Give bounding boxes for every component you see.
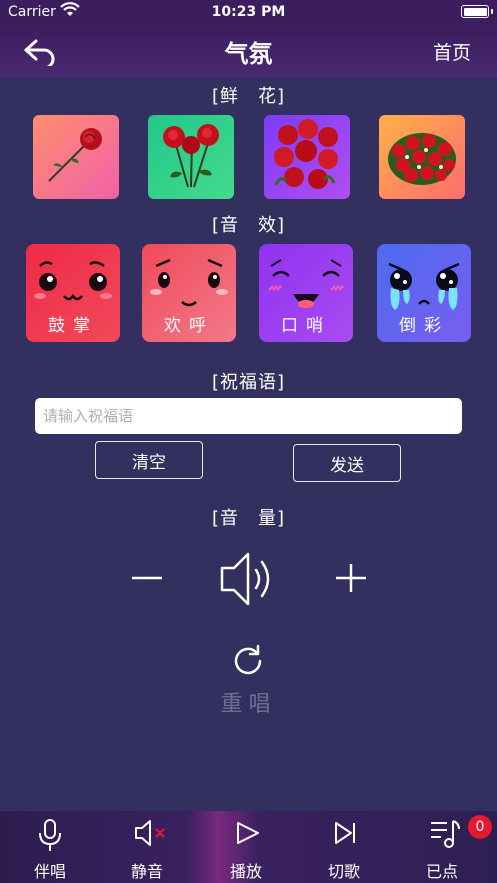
queued-count-badge: 0 [468, 815, 492, 839]
tab-mute[interactable]: 静音 [107, 811, 187, 883]
tab-label: 静音 [130, 862, 163, 881]
next-track-icon [335, 822, 355, 844]
play-icon [237, 822, 259, 844]
status-bar: Carrier 10:23 PM [0, 0, 497, 26]
tab-play[interactable]: 播放 [206, 811, 286, 883]
effect-cheer[interactable]: 欢呼 [142, 244, 236, 342]
nav-bar: 气氛 首页 [0, 26, 497, 78]
status-time: 10:23 PM [211, 4, 286, 20]
mute-icon [135, 820, 165, 846]
battery-icon [461, 5, 489, 18]
flower-single-rose[interactable] [33, 115, 119, 199]
effect-label: 口哨 [281, 316, 331, 336]
rose-basket-icon [388, 133, 456, 185]
sound-effects-section-title: [音 效] [211, 215, 286, 236]
flower-rose-basket[interactable] [379, 115, 465, 199]
tab-label: 已点 [425, 862, 458, 881]
bouquet-icon [274, 119, 338, 189]
wish-input[interactable] [35, 398, 462, 434]
flower-rose-bouquet[interactable] [264, 115, 350, 199]
clear-button[interactable]: 清空 [95, 441, 203, 479]
wishes-section-title: [祝福语] [211, 372, 286, 393]
roses-icon [163, 124, 219, 188]
tab-next-song[interactable]: 切歌 [304, 811, 384, 883]
rose-icon [48, 128, 102, 182]
microphone-icon [39, 819, 61, 851]
playlist-icon [431, 820, 460, 848]
send-button[interactable]: 发送 [293, 444, 401, 482]
speaker-icon [220, 552, 270, 606]
flowers-section-title: [鲜 花] [211, 86, 286, 107]
volume-down-icon[interactable] [130, 566, 164, 590]
effect-applause[interactable]: 鼓掌 [26, 244, 120, 342]
effect-label: 倒彩 [399, 316, 449, 336]
volume-up-icon[interactable] [334, 562, 368, 594]
effect-label: 鼓掌 [48, 316, 98, 336]
page-title: 气氛 [224, 40, 273, 68]
tab-label: 切歌 [327, 862, 360, 881]
bottom-tab-bar: 伴唱 静音 播放 切歌 已点 [0, 811, 497, 883]
tab-accompaniment[interactable]: 伴唱 [10, 811, 90, 883]
volume-section-title: [音 量] [211, 508, 286, 529]
effect-whistle[interactable]: 口哨 [259, 244, 353, 342]
replay-label[interactable]: 重唱 [0, 686, 497, 718]
effect-label: 欢呼 [164, 316, 214, 336]
effect-boo[interactable]: 倒彩 [377, 244, 471, 342]
home-link[interactable]: 首页 [433, 38, 471, 65]
replay-icon[interactable] [229, 642, 267, 680]
tab-label: 伴唱 [33, 862, 66, 881]
tab-label: 播放 [229, 862, 262, 881]
flower-three-roses[interactable] [148, 115, 234, 199]
